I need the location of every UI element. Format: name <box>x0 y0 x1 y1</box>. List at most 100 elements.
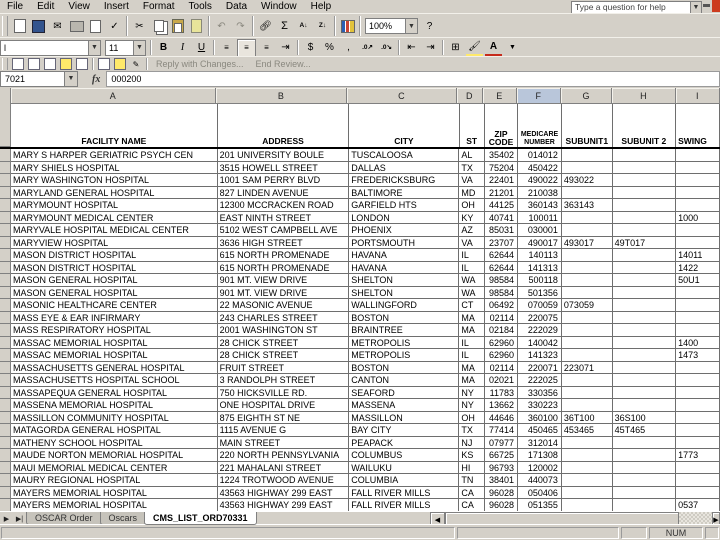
cell-sub1[interactable]: 363143 <box>561 199 613 212</box>
cell-medicare[interactable]: 220071 <box>517 361 562 374</box>
cell-sub1[interactable] <box>561 336 613 349</box>
cell-address[interactable]: 1224 TROTWOOD AVENUE <box>217 474 350 487</box>
cell-medicare[interactable]: 100011 <box>517 211 562 224</box>
cell-city[interactable]: DALLAS <box>349 161 460 174</box>
cell-medicare[interactable]: 500118 <box>517 274 562 287</box>
column-header-a[interactable]: A <box>10 88 216 104</box>
row-header[interactable] <box>0 236 11 249</box>
cell-sub1[interactable] <box>561 186 613 199</box>
cell-name[interactable]: MASSACHUSETTS GENERAL HOSPITAL <box>11 361 218 374</box>
cell-zip[interactable]: 40741 <box>484 211 518 224</box>
increase-indent-button[interactable]: ⇥ <box>422 40 439 56</box>
cell-sub1[interactable]: 493022 <box>561 174 613 187</box>
cell-st[interactable]: WA <box>459 274 485 287</box>
cell-medicare[interactable]: 501356 <box>517 286 562 299</box>
cell-st[interactable]: VA <box>459 236 485 249</box>
sheet-tab-cms-list-ord70331[interactable]: CMS_LIST_ORD70331 <box>144 512 257 525</box>
column-header-i[interactable]: I <box>675 88 720 104</box>
new-button[interactable] <box>11 18 28 34</box>
cell-sub2[interactable] <box>612 486 677 499</box>
cell-sub2[interactable] <box>612 386 677 399</box>
cell-zip[interactable]: 23707 <box>484 236 518 249</box>
print-preview-button[interactable] <box>87 18 104 34</box>
cell-sub1[interactable] <box>561 399 613 412</box>
cell-sub2[interactable] <box>612 299 677 312</box>
column-header-h[interactable]: H <box>612 88 676 104</box>
currency-button[interactable]: $ <box>302 40 319 56</box>
cell-sub2[interactable] <box>612 186 677 199</box>
cell-city[interactable]: GARFIELD HTS <box>349 199 460 212</box>
cell-zip[interactable]: 02184 <box>484 324 518 337</box>
paste-button[interactable] <box>169 18 186 34</box>
cell-st[interactable]: WA <box>459 286 485 299</box>
chevron-down-icon[interactable]: ▼ <box>690 2 701 13</box>
cell-name[interactable]: MARYMOUNT MEDICAL CENTER <box>11 211 218 224</box>
cell-sub2[interactable]: 45T465 <box>612 424 677 437</box>
cell-zip[interactable]: 35402 <box>484 149 518 162</box>
cell-address[interactable]: 220 NORTH PENNSYLVANIA <box>217 449 350 462</box>
cell-name[interactable]: MASSILLON COMMUNITY HOSPITAL <box>11 411 218 424</box>
cell-sub2[interactable]: 49T017 <box>612 236 677 249</box>
send-to-mail-recipient-button[interactable] <box>113 58 127 70</box>
cell-city[interactable]: FALL RIVER MILLS <box>349 486 460 499</box>
cell-st[interactable]: HI <box>459 461 485 474</box>
row-header[interactable] <box>0 161 11 174</box>
underline-button[interactable]: U <box>193 40 210 56</box>
cell-name[interactable]: MASON DISTRICT HOSPITAL <box>11 261 218 274</box>
cell-sub2[interactable] <box>612 349 677 362</box>
cell-address[interactable]: 615 NORTH PROMENADE <box>217 249 350 262</box>
cell-city[interactable]: BRAINTREE <box>349 324 460 337</box>
cell-medicare[interactable]: 120002 <box>517 461 562 474</box>
cell-address[interactable]: 28 CHICK STREET <box>217 336 350 349</box>
mail-button[interactable]: ✉ <box>49 18 66 34</box>
cell-city[interactable]: BOSTON <box>349 361 460 374</box>
cell-city[interactable]: BAY CITY <box>349 424 460 437</box>
cell-city[interactable]: METROPOLIS <box>349 349 460 362</box>
cell-swing[interactable] <box>676 424 720 437</box>
cell-zip[interactable]: 62960 <box>484 336 518 349</box>
align-right-button[interactable]: ≡ <box>258 40 275 56</box>
cell-city[interactable]: PHOENIX <box>349 224 460 237</box>
end-review-button[interactable]: End Review... <box>250 59 317 69</box>
cell-swing[interactable] <box>676 461 720 474</box>
cell-city[interactable]: SEAFORD <box>349 386 460 399</box>
cell-city[interactable]: PEAPACK <box>349 436 460 449</box>
cell-city[interactable]: COLUMBIA <box>349 474 460 487</box>
cell-zip[interactable]: 11783 <box>484 386 518 399</box>
row-header[interactable] <box>0 336 11 349</box>
cell-address[interactable]: 201 UNIVERSITY BOULE <box>217 149 350 162</box>
column-title-2[interactable]: CITY <box>349 104 460 147</box>
cell-swing[interactable] <box>676 186 720 199</box>
cell-st[interactable]: MA <box>459 311 485 324</box>
cell-sub2[interactable] <box>612 374 677 387</box>
format-painter-button[interactable] <box>188 18 205 34</box>
cell-name[interactable]: MAUDE NORTON MEMORIAL HOSPITAL <box>11 449 218 462</box>
select-all-corner[interactable] <box>0 88 11 105</box>
cell-medicare[interactable]: 490017 <box>517 236 562 249</box>
cell-sub2[interactable] <box>612 449 677 462</box>
update-file-button[interactable] <box>97 58 111 70</box>
font-color-button[interactable]: A <box>485 38 502 57</box>
cell-medicare[interactable]: 171308 <box>517 449 562 462</box>
cell-st[interactable]: AZ <box>459 224 485 237</box>
cell-sub1[interactable] <box>561 499 613 511</box>
cell-city[interactable]: MASSENA <box>349 399 460 412</box>
row-header[interactable] <box>0 274 11 287</box>
cell-swing[interactable] <box>676 149 720 162</box>
cell-sub2[interactable] <box>612 399 677 412</box>
cell-sub1[interactable] <box>561 374 613 387</box>
cell-sub1[interactable] <box>561 261 613 274</box>
cell-zip[interactable]: 75204 <box>484 161 518 174</box>
row-header[interactable] <box>0 286 11 299</box>
cell-zip[interactable]: 02021 <box>484 374 518 387</box>
cell-name[interactable]: MASSENA MEMORIAL HOSPITAL <box>11 399 218 412</box>
cell-sub1[interactable] <box>561 386 613 399</box>
cell-address[interactable]: ONE HOSPITAL DRIVE <box>217 399 350 412</box>
align-left-button[interactable]: ≡ <box>218 40 235 56</box>
cell-swing[interactable] <box>676 386 720 399</box>
copy-button[interactable] <box>150 18 167 34</box>
row-header[interactable] <box>0 199 11 212</box>
column-title-0[interactable]: FACILITY NAME <box>11 104 218 147</box>
cell-st[interactable]: MD <box>459 186 485 199</box>
cell-sub2[interactable] <box>612 174 677 187</box>
